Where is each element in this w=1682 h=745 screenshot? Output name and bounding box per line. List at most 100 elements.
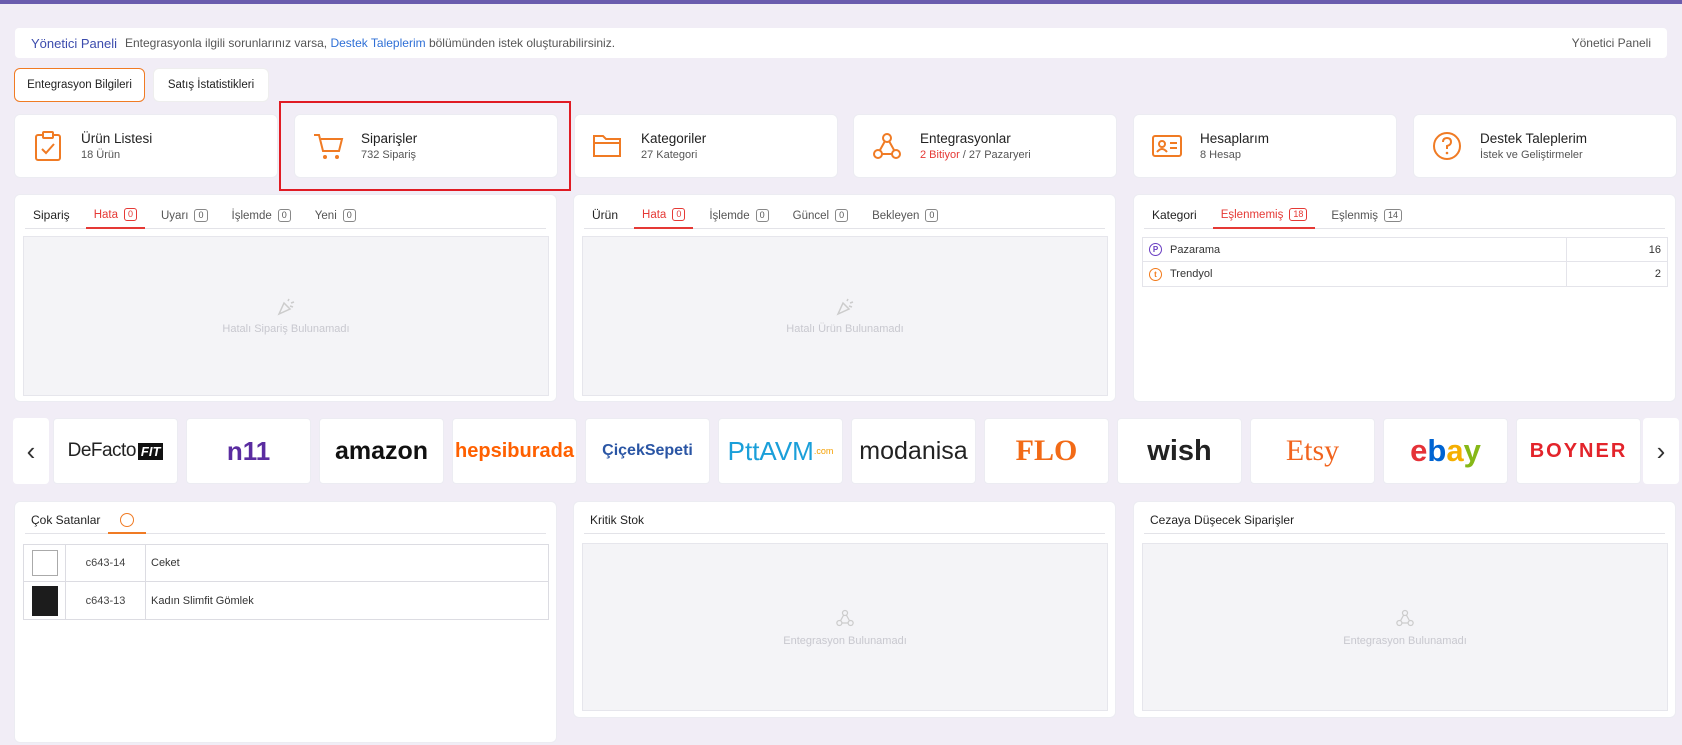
marketplace-logo-ciceksepeti[interactable]: ÇiçekSepeti <box>585 418 710 484</box>
marketplace-logo-n11[interactable]: n11 <box>186 418 311 484</box>
stat-sub: 8 Hesap <box>1200 149 1241 161</box>
panel-title: Kritik Stok <box>584 502 1105 534</box>
product-code: c643-14 <box>66 545 146 581</box>
marketplace-logo-pttavm[interactable]: PttAVM .com <box>718 418 843 484</box>
highlight-box <box>279 101 571 191</box>
marketplace-count: / 27 Pazaryeri <box>959 149 1031 161</box>
tab-sales-stats[interactable]: Satış İstatistikleri <box>153 68 269 102</box>
tab-product-error[interactable]: Hata 0 <box>634 208 694 229</box>
tab-order-new[interactable]: Yeni 0 <box>307 209 364 228</box>
webhook-icon <box>1395 608 1415 631</box>
count-badge: 0 <box>925 209 939 222</box>
empty-state: Hatalı Sipariş Bulunamadı <box>23 236 549 396</box>
product-code: c643-13 <box>66 582 146 619</box>
empty-state: Hatalı Ürün Bulunamadı <box>582 236 1108 396</box>
bestsellers-tabs: Çok Satanlar <box>25 502 546 534</box>
support-link[interactable]: Destek Taleplerim <box>330 36 425 50</box>
product-name: Kadın Slimfit Gömlek <box>151 594 254 607</box>
tab-trendyol[interactable] <box>108 511 147 534</box>
stat-card-categories[interactable]: Kategoriler 27 Kategori <box>574 114 838 178</box>
unmatched-count: 2 <box>1654 268 1661 280</box>
order-panel: Sipariş Hata 0 Uyarı 0 İşlemde 0 Yeni 0 Hata… <box>14 194 557 402</box>
marketplace-logo-boyner[interactable]: BOYNER <box>1516 418 1641 484</box>
question-circle-icon <box>1430 129 1464 163</box>
tab-product-pending[interactable]: Bekleyen 0 <box>864 209 946 228</box>
marketplace-logo-hepsiburada[interactable]: hepsiburada <box>452 418 577 484</box>
bestsellers-panel: Çok Satanlar c643-14 Ceket c643-13 Kadın… <box>14 501 557 743</box>
count-badge: 14 <box>1384 209 1403 222</box>
stat-card-support[interactable]: Destek Taleplerim İstek ve Geliştirmeler <box>1413 114 1677 178</box>
empty-message: Entegrasyon Bulunamadı <box>1343 634 1467 647</box>
count-badge: 18 <box>1289 208 1308 221</box>
stat-title: Hesaplarım <box>1200 131 1270 146</box>
empty-state: Entegrasyon Bulunamadı <box>1142 543 1668 711</box>
webhook-icon <box>835 608 855 631</box>
marketplace-logo-amazon[interactable]: amazon <box>319 418 444 484</box>
count-badge: 0 <box>123 208 137 221</box>
product-thumbnail <box>24 545 66 581</box>
marketplace-logo-modanisa[interactable]: modanisa <box>851 418 976 484</box>
trendyol-logo-icon: t <box>1149 267 1162 281</box>
marketplace-logo-defacto[interactable]: DeFacto FIT <box>53 418 178 484</box>
tab-category-matched[interactable]: Eşlenmiş 14 <box>1323 209 1410 228</box>
expiring-count: 2 Bitiyor <box>920 149 960 161</box>
tab-category[interactable]: Kategori <box>1144 208 1205 228</box>
folder-icon <box>591 129 625 163</box>
page-header: Yönetici Paneli Entegrasyonla ilgili sor… <box>15 28 1667 58</box>
breadcrumb[interactable]: Yönetici Paneli <box>1572 36 1651 50</box>
tab-product-current[interactable]: Güncel 0 <box>785 209 856 228</box>
stat-card-accounts[interactable]: Hesaplarım 8 Hesap <box>1133 114 1397 178</box>
order-tabs: Sipariş Hata 0 Uyarı 0 İşlemde 0 Yeni 0 <box>25 195 546 229</box>
page-title: Yönetici Paneli <box>31 35 117 51</box>
tab-product-processing[interactable]: İşlemde 0 <box>701 209 776 228</box>
party-popper-icon <box>835 298 855 319</box>
product-tabs: Ürün Hata 0 İşlemde 0 Güncel 0 Bekleyen 0 <box>584 195 1105 229</box>
marketplace-logo-wish[interactable]: wish <box>1117 418 1242 484</box>
product-thumbnail <box>24 582 66 619</box>
tab-order-processing[interactable]: İşlemde 0 <box>224 209 299 228</box>
marketplace-logo-flo[interactable]: FLO <box>984 418 1109 484</box>
stat-card-products[interactable]: Ürün Listesi 18 Ürün <box>14 114 278 178</box>
table-row[interactable]: c643-14 Ceket <box>24 545 548 582</box>
panel-title: Cezaya Düşecek Siparişler <box>1144 502 1665 534</box>
tab-product[interactable]: Ürün <box>584 208 626 228</box>
count-badge: 0 <box>672 208 686 221</box>
category-table: P Pazarama 16 t Trendyol 2 <box>1142 237 1668 287</box>
tab-order-warning[interactable]: Uyarı 0 <box>153 209 216 228</box>
table-row[interactable]: t Trendyol 2 <box>1142 262 1668 287</box>
count-badge: 0 <box>277 209 291 222</box>
pazarama-logo-icon: P <box>1149 243 1162 256</box>
stat-title: Kategoriler <box>641 131 707 146</box>
tab-integration-info[interactable]: Entegrasyon Bilgileri <box>14 68 145 102</box>
tab-bestsellers[interactable]: Çok Satanlar <box>25 513 108 533</box>
marketplace-logo-ebay[interactable]: ebay <box>1383 418 1508 484</box>
stat-title: Entegrasyonlar <box>920 131 1011 146</box>
webhook-icon <box>870 129 904 163</box>
empty-message: Entegrasyon Bulunamadı <box>783 634 907 647</box>
marketplace-name: Trendyol <box>1170 268 1213 280</box>
category-tabs: Kategori Eşlenmemiş 18 Eşlenmiş 14 <box>1144 195 1665 229</box>
tab-category-unmatched[interactable]: Eşlenmemiş 18 <box>1212 208 1316 229</box>
count-badge: 0 <box>835 209 849 222</box>
count-badge: 0 <box>342 209 356 222</box>
header-message-before: Entegrasyonla ilgili sorunlarınız varsa, <box>125 36 328 50</box>
empty-message: Hatalı Sipariş Bulunamadı <box>222 322 350 335</box>
chevron-right-icon[interactable]: › <box>1643 418 1679 484</box>
marketplace-name: Pazarama <box>1170 243 1221 256</box>
category-panel: Kategori Eşlenmemiş 18 Eşlenmiş 14 P Pazara… <box>1133 194 1676 402</box>
table-row[interactable]: c643-13 Kadın Slimfit Gömlek <box>24 582 548 619</box>
empty-state: Entegrasyon Bulunamadı <box>582 543 1108 711</box>
tab-order[interactable]: Sipariş <box>25 208 78 228</box>
tab-order-error[interactable]: Hata 0 <box>85 208 145 229</box>
bestsellers-table: c643-14 Ceket c643-13 Kadın Slimfit Göml… <box>23 544 549 620</box>
stat-card-integrations[interactable]: Entegrasyonlar 2 Bitiyor / 27 Pazaryeri <box>853 114 1117 178</box>
id-card-icon <box>1150 129 1184 163</box>
unmatched-count: 16 <box>1648 243 1661 256</box>
chevron-left-icon[interactable]: ‹ <box>13 418 49 484</box>
count-badge: 0 <box>755 209 769 222</box>
top-accent-bar <box>0 0 1682 4</box>
clipboard-check-icon <box>31 129 65 163</box>
count-badge: 0 <box>194 209 208 222</box>
table-row[interactable]: P Pazarama 16 <box>1142 237 1668 262</box>
marketplace-logo-etsy[interactable]: Etsy <box>1250 418 1375 484</box>
